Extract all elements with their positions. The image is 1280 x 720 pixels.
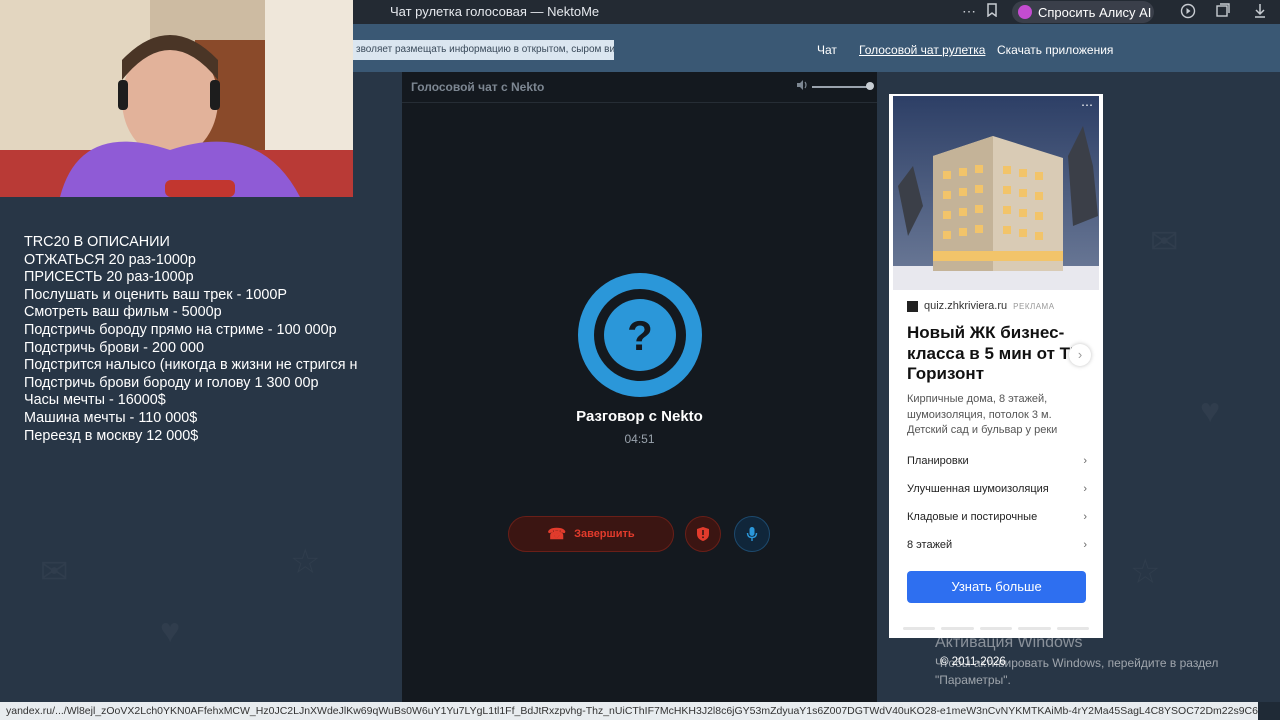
overlay-line: ПРИСЕСТЬ 20 раз-1000р (24, 269, 194, 286)
overlay-line: Смотреть ваш фильм - 5000р (24, 304, 222, 321)
more-icon[interactable]: ⋯ (962, 3, 976, 20)
ask-alice-button[interactable]: Спросить Алису AI (1012, 1, 1154, 23)
ad-title[interactable]: Новый ЖК бизнес- класса в 5 мин от ТЦ Го… (907, 323, 1087, 385)
panel-header: Голосовой чат с Nekto (402, 72, 877, 103)
volume-slider-handle[interactable] (866, 82, 874, 90)
pattern-heart-icon: ♥ (1200, 392, 1220, 431)
ad-cta-button[interactable]: Узнать больше (907, 571, 1086, 603)
ad-site-logo-icon (907, 300, 918, 312)
ad-link-label: Улучшенная шумоизоляция (907, 483, 1049, 495)
status-url: yandex.ru/.../Wl8ejl_zOoVX2Lch0YKN0AFfeh… (0, 702, 1258, 720)
end-call-button[interactable]: ☎ Завершить (508, 516, 674, 552)
volume-slider[interactable] (812, 86, 870, 88)
bookmark-icon[interactable] (986, 3, 998, 20)
ad-link-item[interactable]: 8 этажей › (907, 531, 1087, 559)
page-edge (1258, 702, 1280, 720)
nav-download-apps-link[interactable]: Скачать приложения (997, 43, 1113, 57)
report-button[interactable] (685, 516, 721, 552)
ad-domain-label: quiz.zhkriviera.ru (924, 300, 1008, 312)
nav-chat-link[interactable]: Чат (817, 43, 837, 57)
pattern-chat-icon: ✉ (40, 552, 69, 592)
chevron-right-icon: › (1083, 455, 1087, 467)
ad-link-item[interactable]: Кладовые и постирочные › (907, 503, 1087, 531)
alice-label: Спросить Алису AI (1038, 4, 1152, 20)
overlay-line: Подстричь бороду прямо на стриме - 100 0… (24, 321, 337, 338)
ad-building-image[interactable] (893, 96, 1099, 290)
pattern-chat-icon: ✉ (1150, 222, 1179, 262)
overlay-line: Переезд в москву 12 000$ (24, 427, 199, 444)
chevron-right-icon: › (1083, 483, 1087, 495)
overlay-line: Часы мечты - 16000$ (24, 392, 166, 409)
ad-link-label: 8 этажей (907, 539, 953, 551)
ad-link-item[interactable]: Планировки › (907, 447, 1087, 475)
ad-domain[interactable]: quiz.zhkriviera.ru РЕКЛАМА (907, 300, 1055, 312)
pattern-heart-icon: ♥ (160, 612, 180, 651)
site-notice: зволяет размещать информацию в открытом,… (352, 40, 614, 60)
overlay-line: Подстрится налысо (никогда в жизни не ст… (24, 357, 358, 374)
volume-icon[interactable] (796, 79, 809, 94)
collections-icon[interactable] (1215, 3, 1231, 22)
overlay-line: ОТЖАТЬСЯ 20 раз-1000р (24, 251, 196, 268)
ad-link-item[interactable]: Улучшенная шумоизоляция › (907, 475, 1087, 503)
alice-icon (1018, 5, 1032, 19)
download-icon[interactable] (1253, 3, 1267, 22)
webcam-overlay (0, 0, 353, 197)
pattern-star-icon: ☆ (290, 542, 320, 582)
call-timer: 04:51 (624, 432, 655, 446)
site-copyright: © 2011-2026 (940, 656, 1006, 668)
chevron-right-icon: › (1083, 511, 1087, 523)
media-play-icon[interactable] (1180, 3, 1196, 22)
overlay-line: TRC20 В ОПИСАНИИ (24, 234, 170, 250)
overlay-line: Подстричь брови бороду и голову 1 300 00… (24, 374, 319, 391)
ad-next-arrow-icon[interactable]: › (1069, 344, 1091, 366)
conversation-label: Разговор с Nekto (576, 408, 703, 425)
overlay-line: Подстричь брови - 200 000 (24, 339, 204, 356)
voice-chat-panel: Голосовой чат с Nekto ? Разговор с Nekto… (402, 72, 877, 702)
shield-icon (697, 527, 709, 541)
end-call-label: Завершить (574, 528, 635, 540)
ad-description: Кирпичные дома, 8 этажей, шумоизоляция, … (907, 393, 1058, 436)
nekto-avatar-icon: ? (578, 273, 702, 397)
stream-overlay-text: TRC20 В ОПИСАНИИ ОТЖАТЬСЯ 20 раз-1000р П… (24, 234, 376, 445)
overlay-line: Послушать и оценить ваш трек - 1000Р (24, 286, 287, 303)
microphone-button[interactable] (734, 516, 770, 552)
nav-voice-chat-link[interactable]: Голосовой чат рулетка (859, 43, 985, 57)
panel-title: Голосовой чат с Nekto (411, 80, 545, 94)
overlay-line: Машина мечты - 110 000$ (24, 409, 198, 426)
ad-menu-icon[interactable]: ⋯ (1081, 98, 1094, 112)
microphone-icon (746, 527, 758, 541)
ad-link-label: Планировки (907, 455, 969, 467)
windows-activation-title: Активация Windows (935, 634, 1083, 651)
ad-link-label: Кладовые и постирочные (907, 511, 1038, 523)
svg-text:?: ? (627, 312, 653, 359)
ad-banner[interactable]: ⋯ quiz.zhkriviera.ru РЕКЛАМА Новый ЖК би… (889, 94, 1103, 638)
pattern-star-icon: ☆ (1130, 552, 1160, 592)
chevron-right-icon: › (1083, 539, 1087, 551)
ad-tag: РЕКЛАМА (1013, 301, 1055, 311)
ad-pagination (903, 627, 1090, 630)
tab-title: Чат рулетка голосовая — NektoMe (390, 4, 600, 19)
hangup-phone-icon: ☎ (547, 526, 567, 543)
